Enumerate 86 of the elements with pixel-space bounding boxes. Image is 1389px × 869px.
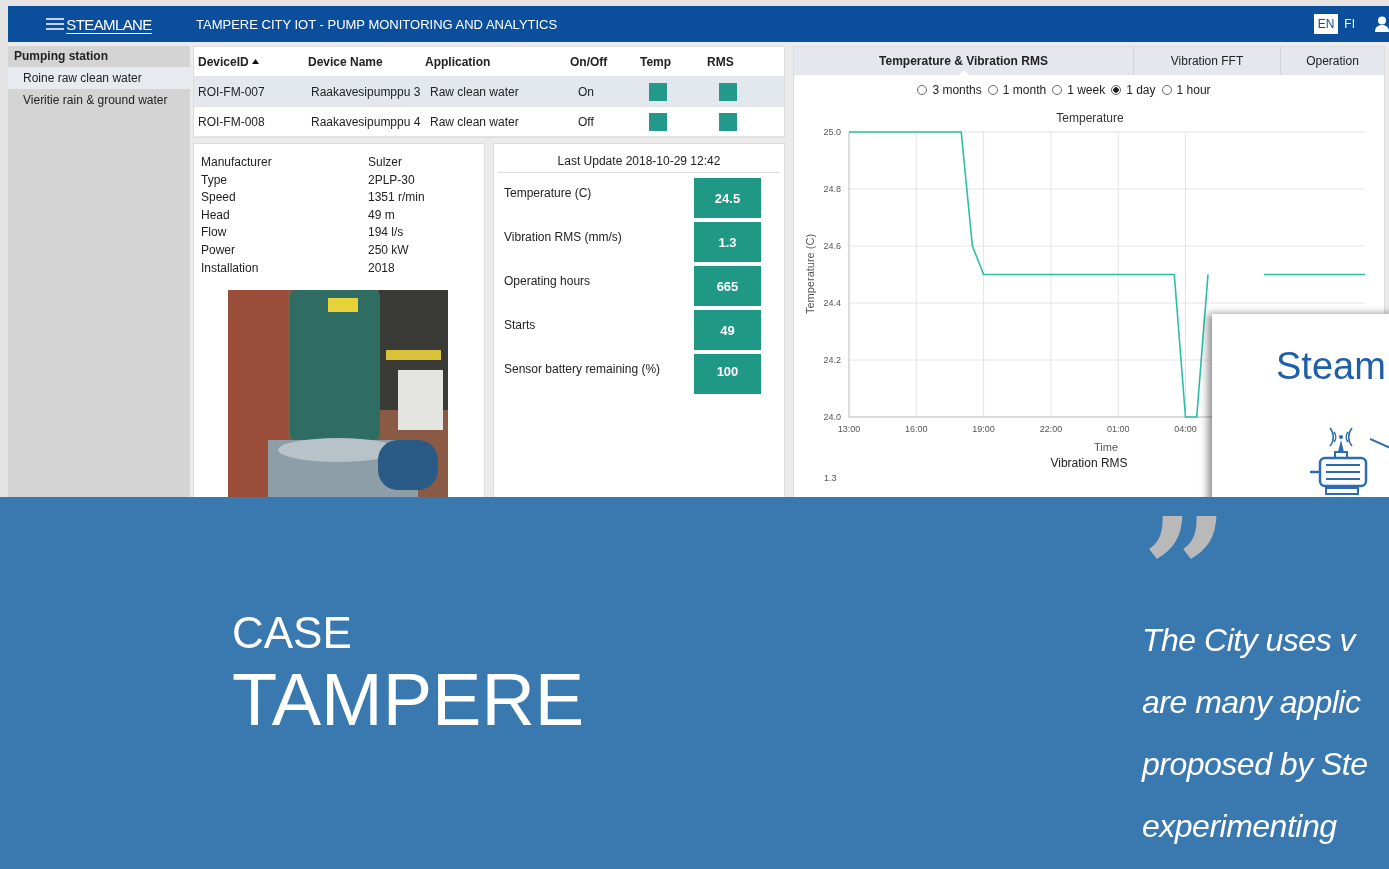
column-header[interactable]: On/Off xyxy=(570,54,608,69)
status-square xyxy=(649,112,667,131)
axis-title: Time xyxy=(1094,441,1118,453)
axis-title: Temperature (C) xyxy=(804,233,816,315)
detail-value: 49 m xyxy=(368,207,395,224)
logo: STEAMLANE xyxy=(66,15,152,33)
column-header[interactable]: Device Name xyxy=(308,54,383,69)
detail-label: Manufacturer xyxy=(201,155,273,171)
axis-tick-label: 24.0 xyxy=(823,412,841,422)
quote-mark: ” xyxy=(1142,517,1228,609)
detail-value: 250 kW xyxy=(368,242,409,259)
axis-tick-label: 22:00 xyxy=(1039,424,1063,434)
language-button[interactable]: FI xyxy=(1340,14,1359,34)
language-button[interactable]: EN xyxy=(1313,14,1339,34)
column-header[interactable]: RMS xyxy=(707,54,734,69)
banner-kicker: CASE xyxy=(232,607,353,659)
status-square xyxy=(719,82,737,101)
sort-ascending-icon[interactable] xyxy=(251,59,259,64)
range-option[interactable]: 3 months xyxy=(917,83,982,97)
axis-tick-label: 13:00 xyxy=(837,424,861,434)
metric-value: 100 xyxy=(694,354,761,394)
user-icon[interactable] xyxy=(1375,16,1389,32)
detail-value: 2PLP-30 xyxy=(368,172,415,189)
detail-value: Sulzer xyxy=(368,155,402,171)
table-cell-text: ROI-FM-007 xyxy=(198,84,266,99)
quote-line: are many applic xyxy=(1142,683,1362,722)
table-cell-text: Raw clean water xyxy=(429,114,520,129)
metric-value: 1.3 xyxy=(694,222,761,262)
table-row[interactable]: ROI-FM-008 Raakavesipumppu 4 Raw clean water Off xyxy=(194,107,784,137)
table-cell-text: Raakavesipumppu 3 xyxy=(310,84,422,99)
metric-label: Starts xyxy=(503,317,537,334)
metric-label: Operating hours xyxy=(503,273,592,290)
detail-label: Installation xyxy=(201,260,260,277)
sidebar-item[interactable]: Roine raw clean water xyxy=(8,67,190,89)
quote-line: proposed by Ste xyxy=(1142,745,1368,784)
table-row[interactable]: ROI-FM-007 Raakavesipumppu 3 Raw clean water On xyxy=(194,77,784,107)
detail-value: 2018 xyxy=(368,260,395,277)
slide-title: Steam xyxy=(1276,344,1386,388)
metric-value: 49 xyxy=(694,310,761,350)
sidebar-heading: Pumping station xyxy=(13,48,109,65)
metric-value: 665 xyxy=(694,266,761,306)
axis-tick-label: 24.2 xyxy=(823,355,841,365)
axis-tick-label: 24.6 xyxy=(823,241,841,251)
table-cell-text: On xyxy=(577,84,595,99)
detail-label: Head xyxy=(201,207,231,224)
metric-label: Vibration RMS (mm/s) xyxy=(503,229,623,246)
axis-tick-label: 24.4 xyxy=(823,298,841,308)
detail-label: Flow xyxy=(201,225,228,242)
last-update: Last Update 2018-10-29 12:42 xyxy=(498,154,780,173)
axis-tick-label: 24.8 xyxy=(823,184,841,194)
metric-value: 24.5 xyxy=(694,178,761,218)
logo-lines-icon xyxy=(46,17,65,31)
banner-title: TAMPERE xyxy=(232,659,585,741)
table-cell-text: ROI-FM-008 xyxy=(198,114,266,129)
chart-title: Temperature xyxy=(1056,111,1124,125)
metric-label: Sensor battery remaining (%) xyxy=(503,361,662,378)
axis-tick-label: 01:00 xyxy=(1106,424,1130,434)
axis-tick-label: 25.0 xyxy=(823,127,841,137)
quote-line: experimenting xyxy=(1142,807,1338,846)
range-option[interactable]: 1 day xyxy=(1111,83,1156,97)
status-square xyxy=(719,112,737,131)
chart-title: Vibration RMS xyxy=(1049,456,1129,470)
table-cell-text: Raakavesipumppu 4 xyxy=(310,114,422,129)
range-option[interactable]: 1 hour xyxy=(1161,83,1211,97)
metric-label: Temperature (C) xyxy=(503,185,593,202)
axis-tick-label: 1.3 xyxy=(824,473,838,483)
detail-value: 194 l/s xyxy=(368,225,404,242)
quote-line: The City uses v xyxy=(1142,621,1358,660)
detail-label: Power xyxy=(201,242,236,259)
range-option[interactable]: 1 week xyxy=(1052,83,1106,97)
axis-tick-label: 04:00 xyxy=(1174,424,1197,434)
detail-label: Type xyxy=(201,172,228,189)
column-header[interactable]: Application xyxy=(425,54,491,69)
column-header[interactable]: DeviceID xyxy=(198,54,249,69)
app-title: TAMPERE CITY IOT - PUMP MONITORING AND ANALYTICS xyxy=(196,16,559,32)
axis-tick-label: 16:00 xyxy=(905,424,928,434)
axis-tick-label: 19:00 xyxy=(972,424,995,434)
table-cell-text: Raw clean water xyxy=(429,84,520,99)
detail-label: Speed xyxy=(201,190,237,207)
column-header[interactable]: Temp xyxy=(640,54,672,69)
table-cell-text: Off xyxy=(577,114,595,129)
range-option[interactable]: 1 month xyxy=(987,83,1047,97)
sidebar-item[interactable]: Vieritie rain & ground water xyxy=(8,89,190,111)
status-square xyxy=(649,82,667,101)
radio-button[interactable] xyxy=(1111,85,1122,95)
detail-value: 1351 r/min xyxy=(368,190,425,207)
